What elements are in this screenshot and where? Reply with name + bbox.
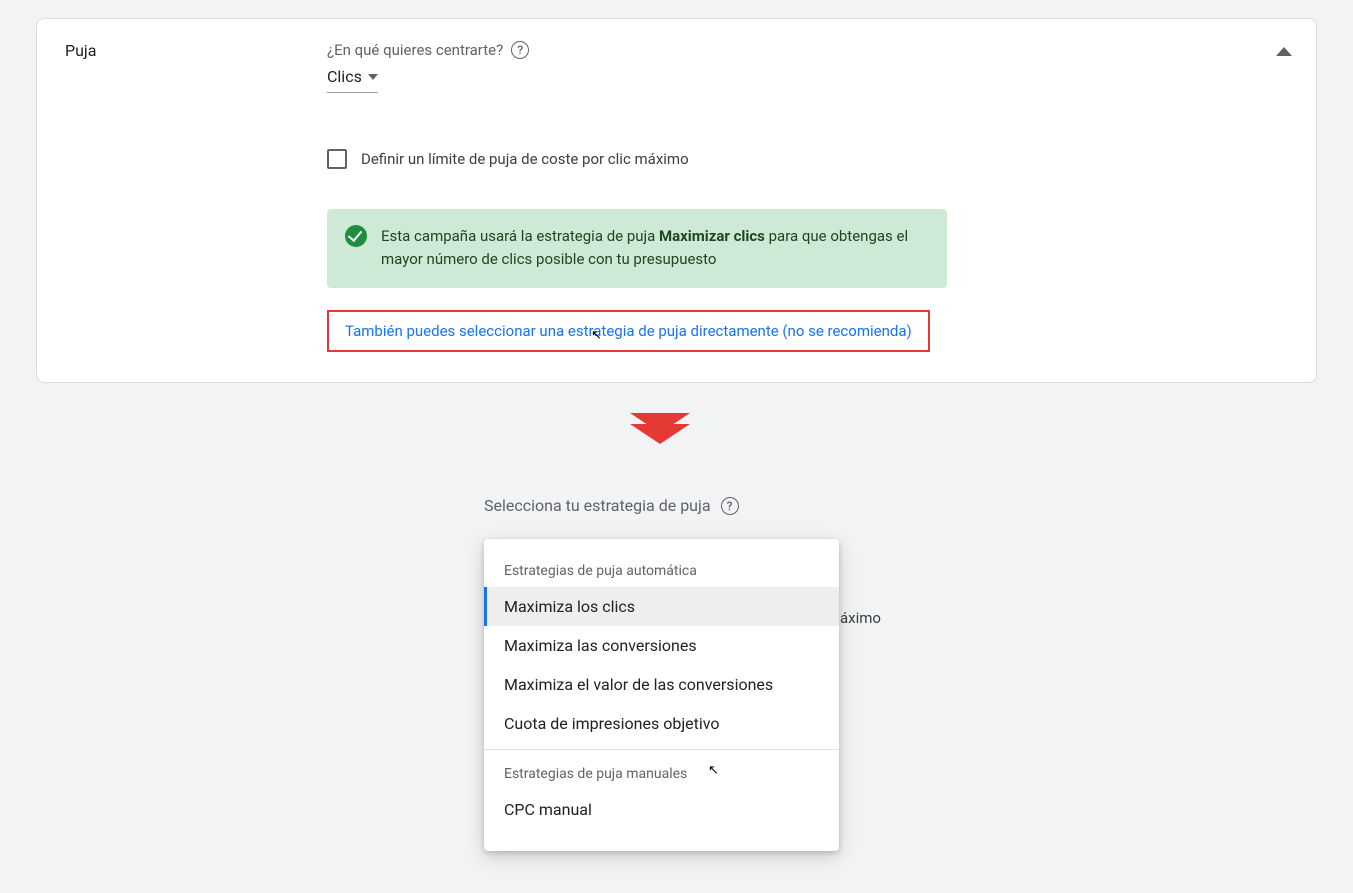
focus-dropdown-value: Clics	[327, 67, 362, 86]
menu-item-target-impression-share[interactable]: Cuota de impresiones objetivo	[484, 704, 839, 743]
menu-item-maximize-clicks[interactable]: Maximiza los clics	[484, 587, 839, 626]
card-title: Puja	[65, 41, 327, 60]
check-circle-icon	[345, 225, 367, 247]
chevron-up-icon	[1276, 47, 1292, 56]
menu-item-maximize-conversion-value[interactable]: Maximiza el valor de las conversiones	[484, 665, 839, 704]
help-icon[interactable]: ?	[721, 497, 739, 515]
select-strategy-direct-link[interactable]: También puedes seleccionar una estrategi…	[327, 310, 930, 352]
arrow-chevron-icon	[630, 424, 690, 444]
banner-prefix: Esta campaña usará la estrategia de puja	[381, 227, 659, 245]
max-cpc-checkbox-row: Definir un límite de puja de coste por c…	[327, 149, 1288, 169]
obscured-checkbox-text: áximo	[840, 609, 881, 627]
caret-down-icon	[368, 74, 378, 80]
arrow-down-graphic	[630, 422, 690, 444]
help-icon[interactable]: ?	[511, 41, 529, 59]
strategy-dropdown-menu: Estrategias de puja automática Maximiza …	[484, 539, 839, 851]
banner-bold: Maximizar clics	[659, 227, 765, 245]
strategy-info-banner: Esta campaña usará la estrategia de puja…	[327, 209, 947, 288]
card-header: Puja ¿En qué quieres centrarte? ? Clics …	[65, 41, 1288, 352]
bidding-card: Puja ¿En qué quieres centrarte? ? Clics …	[36, 18, 1317, 383]
max-cpc-checkbox[interactable]	[327, 149, 347, 169]
collapse-button[interactable]	[1276, 47, 1292, 56]
strategy-select-label-row: Selecciona tu estrategia de puja ?	[484, 496, 839, 515]
banner-text: Esta campaña usará la estrategia de puja…	[381, 225, 929, 272]
card-body: ¿En qué quieres centrarte? ? Clics Defin…	[327, 41, 1288, 352]
strategy-selector-section: Selecciona tu estrategia de puja ? áximo…	[484, 496, 839, 851]
max-cpc-checkbox-label: Definir un límite de puja de coste por c…	[361, 150, 689, 168]
menu-separator	[484, 749, 839, 750]
menu-item-manual-cpc[interactable]: CPC manual	[484, 790, 839, 829]
focus-label-row: ¿En qué quieres centrarte? ?	[327, 41, 1288, 59]
strategy-select-label: Selecciona tu estrategia de puja	[484, 496, 711, 515]
direct-link-text: También puedes seleccionar una estrategi…	[345, 322, 912, 340]
group-label-manual: Estrategias de puja manuales	[484, 756, 839, 790]
focus-label-text: ¿En qué quieres centrarte?	[327, 41, 503, 59]
group-label-auto: Estrategias de puja automática	[484, 553, 839, 587]
focus-dropdown[interactable]: Clics	[327, 67, 378, 93]
menu-item-maximize-conversions[interactable]: Maximiza las conversiones	[484, 626, 839, 665]
